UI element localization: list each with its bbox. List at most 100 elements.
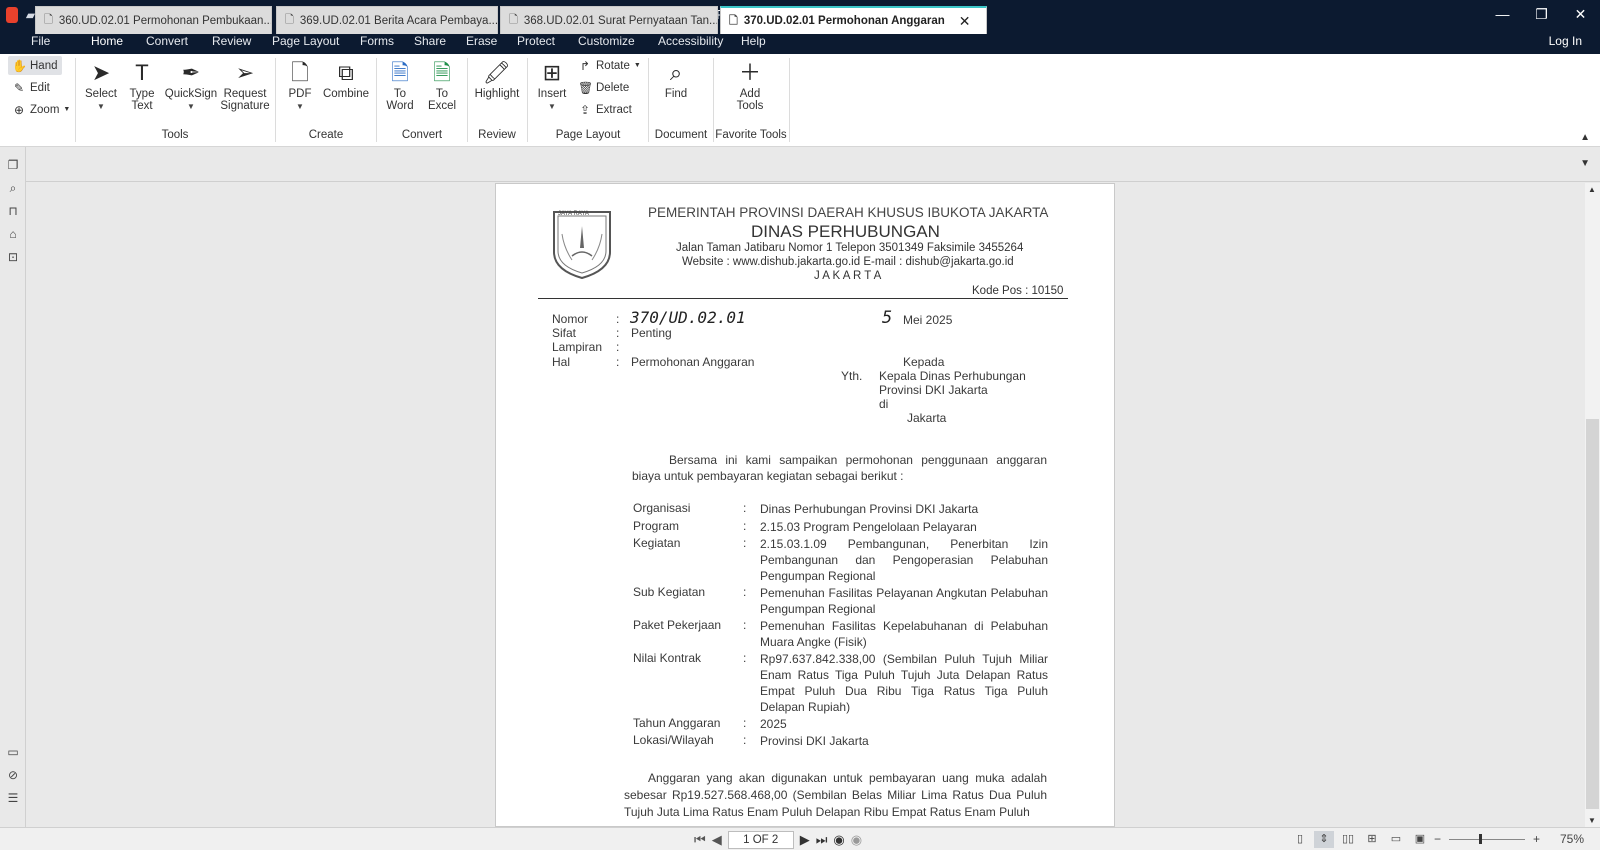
menu-protect[interactable]: Protect (517, 34, 555, 48)
next-page-icon[interactable]: ▶ (800, 832, 810, 848)
next-view-icon[interactable]: ◉ (851, 832, 862, 848)
close-tab-icon[interactable]: ✕ (959, 13, 971, 30)
scroll-thumb[interactable] (1586, 419, 1599, 809)
zoom-slider[interactable] (1448, 833, 1525, 844)
group-label-favorite-tools: Favorite Tools (715, 129, 787, 141)
detail-value: 2.15.03.1.09 Pembangunan, Penerbitan Izi… (760, 537, 1048, 583)
close-window-icon[interactable]: ✕ (1561, 0, 1600, 28)
menu-home[interactable]: Home (91, 34, 123, 48)
menu-customize[interactable]: Customize (578, 34, 635, 48)
tab-list-dropdown-icon[interactable]: ▼ (1580, 158, 1590, 169)
tab-document-1[interactable]: 🗋 360.UD.02.01 Permohonan Pembukaan... (35, 6, 272, 34)
menu-share[interactable]: Share (414, 34, 446, 48)
detail-label: Sub Kegiatan (633, 585, 706, 599)
zoom-mode-button[interactable]: ⊕ Zoom ▼ (12, 100, 70, 119)
yth-label: Yth. (841, 369, 863, 383)
nomor-value: 370/UD.02.01 (630, 308, 746, 327)
detail-label: Lokasi/Wilayah (633, 733, 714, 747)
menu-help[interactable]: Help (741, 34, 766, 48)
menu-file[interactable]: File (31, 34, 50, 48)
previous-view-icon[interactable]: ◉ (833, 832, 844, 848)
detail-value: Dinas Perhubungan Provinsi DKI Jakarta (760, 502, 979, 516)
zoom-in-icon[interactable]: + (1533, 832, 1540, 846)
letterhead-divider (538, 298, 1068, 299)
tag-icon[interactable]: ⌂ (6, 227, 20, 241)
first-page-icon[interactable]: ⏮ (694, 832, 706, 848)
document-tabs (26, 147, 1600, 182)
letterhead-line5: J A K A R T A (814, 270, 882, 282)
detail-label: Kegiatan (633, 536, 681, 550)
tab-document-3[interactable]: 🗋 368.UD.02.01 Surat Pernyataan Tan... (500, 6, 718, 34)
detail-value: 2025 (760, 717, 787, 731)
edit-icon: ✎ (13, 80, 25, 95)
edit-mode-button[interactable]: ✎ Edit (12, 78, 50, 97)
group-label-page-layout: Page Layout (555, 129, 621, 141)
pdf-page: JAYA RAYA PEMERINTAH PROVINSI DAERAH KHU… (495, 183, 1115, 827)
document-icon: 🗋 (729, 14, 738, 27)
hand-mode-button[interactable]: ✋ Hand (8, 56, 62, 75)
sifat-value: Penting (631, 326, 672, 340)
collapse-ribbon-icon[interactable]: ▲ (1580, 132, 1590, 143)
detail-label: Program (633, 519, 680, 533)
document-icon: 🗋 (509, 14, 518, 26)
login-link[interactable]: Log In (1549, 34, 1582, 48)
minimize-icon[interactable]: — (1483, 0, 1522, 28)
continuous-view-icon[interactable]: ⇕ (1314, 831, 1334, 848)
date-day: 5 (882, 308, 893, 328)
facing-view-icon[interactable]: ▯▯ (1338, 831, 1358, 848)
group-label-create: Create (308, 129, 344, 141)
pages-icon[interactable]: ❐ (6, 158, 20, 172)
page-number-field[interactable]: 1 OF 2 (727, 831, 794, 849)
search-panel-icon[interactable]: ⌕ (6, 181, 20, 195)
letterhead-line1: PEMERINTAH PROVINSI DAERAH KHUSUS IBUKOT… (648, 205, 1049, 220)
menu-forms[interactable]: Forms (360, 34, 394, 48)
scroll-down-icon[interactable]: ▼ (1588, 816, 1596, 825)
comments-icon[interactable]: ▭ (6, 745, 20, 759)
kepada-label: Kepada (903, 355, 945, 369)
menu-page-layout[interactable]: Page Layout (272, 34, 339, 48)
jakarta-seal-icon (553, 211, 611, 280)
document-viewport[interactable]: JAYA RAYA PEMERINTAH PROVINSI DAERAH KHU… (26, 183, 1585, 827)
attachment-icon[interactable]: ⊘ (6, 768, 20, 782)
group-label-document: Document (654, 129, 708, 141)
fullscreen-view-icon[interactable]: ▣ (1410, 831, 1430, 848)
menu-review[interactable]: Review (212, 34, 251, 48)
restore-icon[interactable]: ❐ (1522, 0, 1561, 28)
scroll-up-icon[interactable]: ▲ (1588, 185, 1596, 194)
kode-pos: Kode Pos : 10150 (972, 285, 1064, 297)
zoom-level[interactable]: 75% (1560, 832, 1584, 846)
fields-icon[interactable]: ☰ (6, 791, 20, 805)
last-page-icon[interactable]: ⏭ (816, 832, 828, 848)
seal-text: JAYA RAYA (558, 211, 589, 217)
recipient-line3: di (879, 397, 889, 411)
bookmark-icon[interactable]: ⊓ (6, 204, 20, 218)
facing-continuous-view-icon[interactable]: ⊞ (1362, 831, 1382, 848)
tab-document-4[interactable]: 🗋 370.UD.02.01 Permohonan Anggaran ✕ (720, 6, 987, 34)
menu-convert[interactable]: Convert (146, 34, 188, 48)
zoom-slider-thumb[interactable] (1478, 833, 1482, 844)
document-icon: 🗋 (44, 14, 53, 26)
letterhead-line2: DINAS PERHUBUNGAN (751, 222, 940, 241)
recipient-line1: Kepala Dinas Perhubungan (879, 369, 1026, 383)
nomor-label: Nomor (552, 312, 589, 326)
hal-value: Permohonan Anggaran (631, 355, 755, 369)
date-rest: Mei 2025 (903, 313, 953, 327)
presentation-view-icon[interactable]: ▭ (1386, 831, 1406, 848)
detail-value: 2.15.03 Program Pengelolaan Pelayaran (760, 520, 977, 534)
detail-value: Pemenuhan Fasilitas Kepelabuhanan di Pel… (760, 619, 1048, 649)
menu-erase[interactable]: Erase (466, 34, 497, 48)
status-bar: ⏮ ◀ 1 OF 2 ▶ ⏭ ◉ ◉ ▯ ⇕ ▯▯ ⊞ ▭ ▣ − + 75% (0, 827, 1600, 850)
detail-label: Tahun Anggaran (633, 716, 721, 730)
lock-icon[interactable]: ⊡ (6, 250, 20, 264)
vertical-scrollbar[interactable]: ▲ ▼ (1585, 183, 1600, 827)
zoom-out-icon[interactable]: − (1434, 832, 1441, 846)
detail-label: Organisasi (633, 501, 691, 515)
menu-accessibility[interactable]: Accessibility (658, 34, 723, 48)
document-icon: 🗋 (285, 14, 294, 26)
recipient-line4: Jakarta (907, 411, 947, 425)
previous-page-icon[interactable]: ◀ (712, 832, 722, 848)
tab-document-2[interactable]: 🗋 369.UD.02.01 Berita Acara Pembaya... (276, 6, 498, 34)
single-page-view-icon[interactable]: ▯ (1290, 831, 1310, 848)
detail-label: Nilai Kontrak (633, 651, 702, 665)
lampiran-label: Lampiran (552, 340, 603, 354)
